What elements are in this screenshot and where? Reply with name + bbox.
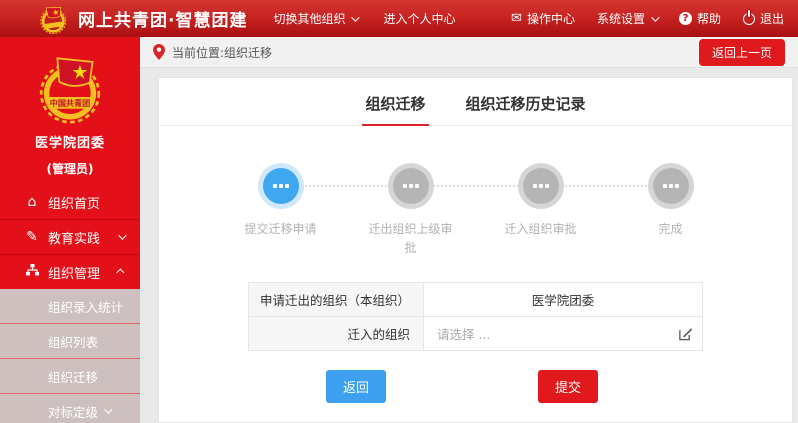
step-circle	[653, 168, 689, 204]
step-circle	[523, 168, 559, 204]
sidebar-nav: ⌂ 组织首页 ✎ 教育实践 组织管理 组织录入统计 组织列表 组织迁移 对标定级	[0, 185, 140, 423]
target-org-select[interactable]: 请选择 ...	[424, 317, 703, 351]
target-org-placeholder: 请选择 ...	[437, 327, 490, 342]
sidebar-item-org-home[interactable]: ⌂ 组织首页	[0, 185, 140, 219]
mail-icon: ✉	[511, 11, 522, 26]
sidebar-subitem-org-entry-stats[interactable]: 组织录入统计	[0, 289, 140, 324]
tab-migration-history[interactable]: 组织迁移历史记录	[463, 93, 589, 126]
logout-link[interactable]: 退出	[743, 10, 784, 27]
edit-pencil-square-icon[interactable]	[678, 326, 693, 341]
table-row: 申请迁出的组织（本组织） 医学院团委	[249, 283, 703, 317]
chevron-down-icon	[352, 13, 360, 21]
sidebar-item-org-management[interactable]: 组织管理	[0, 255, 140, 289]
step-complete: 完成	[606, 168, 736, 258]
return-button[interactable]: 返回	[326, 370, 386, 403]
help-icon	[679, 12, 692, 25]
submit-button[interactable]: 提交	[538, 370, 598, 403]
breadcrumb: 当前位置:组织迁移	[172, 44, 272, 61]
back-to-previous-page-button[interactable]: 返回上一页	[699, 39, 785, 66]
table-row: 迁入的组织 请选择 ...	[249, 317, 703, 351]
tab-org-migration[interactable]: 组织迁移	[362, 93, 428, 126]
chevron-down-icon	[104, 405, 112, 413]
header-left-nav: 切换其他组织 进入个人中心	[247, 10, 455, 27]
system-settings-menu[interactable]: 系统设置	[597, 10, 657, 27]
main-content: 当前位置:组织迁移 返回上一页 组织迁移 组织迁移历史记录 提交迁移申请 迁出组…	[140, 37, 798, 423]
sitemap-icon	[24, 264, 40, 280]
app-title: 网上共青团·智慧团建	[78, 6, 247, 31]
switch-org-menu[interactable]: 切换其他组织	[273, 10, 357, 27]
sidebar-subitem-benchmark-rating[interactable]: 对标定级	[0, 394, 140, 423]
migration-form-table: 申请迁出的组织（本组织） 医学院团委 迁入的组织 请选择 ...	[248, 282, 703, 351]
header-right-nav: ✉ 操作中心 系统设置 帮助 退出	[489, 10, 784, 27]
step-circle	[393, 168, 429, 204]
top-header: 网上共青团·智慧团建 切换其他组织 进入个人中心 ✉ 操作中心 系统设置 帮助 …	[0, 0, 798, 37]
step-outgoing-superior-approval: 迁出组织上级审批	[346, 168, 476, 258]
edit-icon: ✎	[24, 229, 40, 245]
sidebar-subitem-org-list[interactable]: 组织列表	[0, 324, 140, 359]
tab-bar: 组织迁移 组织迁移历史记录	[159, 78, 792, 126]
personal-center-link[interactable]: 进入个人中心	[383, 10, 455, 27]
league-emblem-icon: 中国共青团	[34, 52, 106, 124]
sidebar-subitem-org-migration[interactable]: 组织迁移	[0, 359, 140, 394]
target-org-label: 迁入的组织	[249, 317, 424, 351]
form-actions: 返回 提交	[248, 370, 703, 403]
step-submit-application: 提交迁移申请	[216, 168, 346, 258]
action-center-link[interactable]: ✉ 操作中心	[511, 10, 575, 27]
breadcrumb-bar: 当前位置:组织迁移 返回上一页	[140, 37, 798, 68]
chevron-down-icon	[651, 13, 659, 21]
location-pin-icon	[153, 44, 165, 60]
chevron-down-icon	[118, 231, 126, 239]
power-icon	[743, 13, 755, 25]
help-link[interactable]: 帮助	[679, 10, 721, 27]
league-emblem-icon	[36, 2, 70, 36]
emblem-banner-text: 中国共青团	[50, 98, 90, 108]
step-circle-active	[263, 168, 299, 204]
step-incoming-org-approval: 迁入组织审批	[476, 168, 606, 258]
content-card: 组织迁移 组织迁移历史记录 提交迁移申请 迁出组织上级审批 迁入组织审批 完成	[158, 77, 793, 423]
sidebar: 中国共青团 医学院团委 (管理员) ⌂ 组织首页 ✎ 教育实践 组织管理 组织录…	[0, 37, 140, 423]
sidebar-org-name: 医学院团委	[0, 132, 140, 151]
chevron-up-icon	[116, 268, 124, 276]
sidebar-item-education-practice[interactable]: ✎ 教育实践	[0, 220, 140, 254]
outgoing-org-label: 申请迁出的组织（本组织）	[249, 283, 424, 317]
outgoing-org-value: 医学院团委	[424, 283, 703, 317]
home-icon: ⌂	[24, 194, 40, 210]
migration-stepper: 提交迁移申请 迁出组织上级审批 迁入组织审批 完成	[216, 168, 736, 258]
sidebar-org-role: (管理员)	[0, 160, 140, 177]
